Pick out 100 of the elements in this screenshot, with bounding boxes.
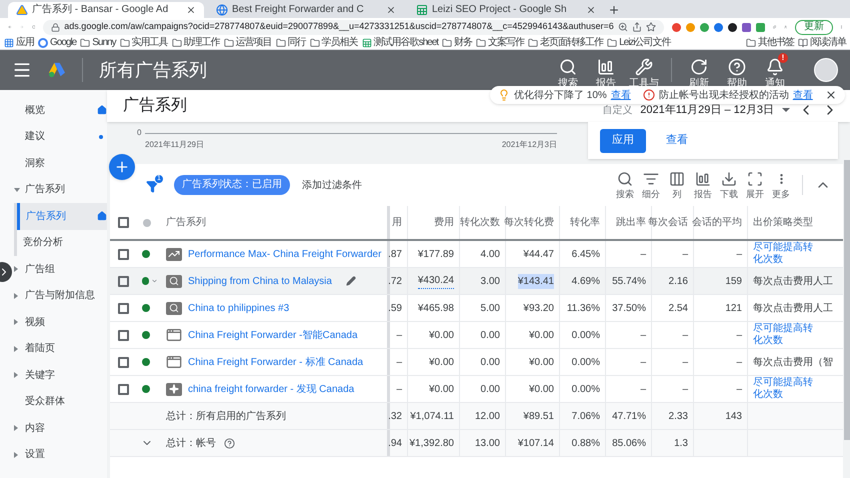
close-icon[interactable] [824, 89, 837, 101]
bookmark[interactable]: Google [38, 38, 76, 48]
new-tab-icon[interactable] [608, 4, 620, 16]
sidebar-item[interactable]: 关键字 [12, 362, 107, 388]
table-row[interactable]: China Freight Forwarder - 标准 Canada – ¥0.00 0.00 ¥0.00 0.00% – – – 每次点击费用（智 [110, 349, 843, 376]
sidebar-label: 概览 [24, 104, 46, 118]
browser-tab[interactable]: 广告系列 - Bansar - Google Ad [8, 2, 204, 18]
sidebar-item[interactable]: 着陆页 [12, 336, 107, 362]
bookmark[interactable]: 实用工具 [120, 38, 168, 48]
avatar[interactable] [814, 58, 838, 82]
apply-button[interactable]: 应用 [600, 128, 646, 152]
caret-down-icon[interactable] [151, 277, 158, 285]
bidding-link[interactable]: 尽可能提高转化次数 [748, 322, 822, 348]
bookmark[interactable]: 学员相关 [310, 38, 358, 48]
bookmark[interactable]: 同行 [276, 38, 306, 48]
sidebar-item[interactable]: 概览 [12, 97, 107, 124]
more-icon[interactable] [780, 173, 782, 185]
close-icon[interactable] [386, 5, 396, 15]
update-button[interactable]: 更新 [795, 20, 834, 34]
sidebar-item[interactable]: 建议 [12, 124, 107, 150]
bookmark[interactable]: 财务 [442, 38, 472, 48]
toolbar-button[interactable]: 更多 [768, 171, 794, 199]
checkbox[interactable] [118, 384, 128, 394]
tab-title: Leizi SEO Project - Google Sh [432, 5, 568, 15]
sidebar-item[interactable]: 广告系列 [17, 203, 107, 230]
sidebar-item[interactable]: 广告与附加信息 [12, 282, 107, 309]
tab-title: 广告系列 - Bansar - Google Ad [32, 5, 170, 15]
help-icon[interactable] [224, 438, 235, 448]
table-row[interactable]: Performance Max- China Freight Forwarder .87 ¥177.89 4.00 ¥44.47 6.45% – – – 尽可能提高转化次数 [110, 241, 843, 268]
bookmark[interactable]: Leizi公司文件 [607, 38, 671, 48]
toolbar-button[interactable]: 报告 [690, 171, 716, 199]
toolbar-button[interactable]: 列 [664, 171, 690, 199]
view-link[interactable]: 查看 [610, 88, 631, 102]
campaign-link[interactable]: china freight forwarder - 发现 Canada [188, 382, 354, 396]
campaign-link[interactable]: Performance Max- China Freight Forwarder [188, 246, 382, 262]
edit-icon[interactable] [346, 276, 356, 286]
toolbar-button[interactable]: 下载 [716, 171, 742, 199]
scrollbar[interactable] [844, 160, 850, 440]
sidebar-item[interactable]: 洞察 [12, 150, 107, 176]
table-row[interactable]: china freight forwarder - 发现 Canada – ¥0.00 0.00 ¥0.00 0.00% – – – 尽可能提高转化次数 [110, 376, 843, 403]
table-cell: – [652, 376, 694, 402]
filter-chip[interactable]: 广告系列状态：已启用 [174, 175, 290, 195]
close-icon[interactable] [186, 5, 196, 15]
checkbox[interactable] [118, 330, 128, 340]
date-range-dropdown[interactable]: 2021年11月29日 – 12月3日 [640, 102, 790, 118]
bookmark[interactable]: 助理工作 [172, 38, 220, 48]
table-cell: 4.00 [460, 241, 506, 267]
checkbox[interactable] [118, 302, 128, 314]
bookmark[interactable]: 应用 [4, 38, 34, 48]
sidebar-item[interactable]: 视频 [12, 309, 107, 336]
bookmark[interactable]: Sunny [80, 38, 116, 48]
checkbox[interactable] [118, 276, 128, 286]
view-button[interactable]: 查看 [666, 132, 688, 149]
extensions-drawing[interactable] [672, 22, 765, 32]
bookmark[interactable]: 老页面转移工作 [528, 38, 604, 48]
table-row[interactable]: China to philippines #3 .59 ¥465.98 5.00 ¥93.20 11.36% 37.50% 2.54 121 每次点击费用人工 [110, 295, 843, 322]
add-button[interactable] [109, 154, 135, 180]
table-cell: ¥177.89 [408, 241, 460, 267]
table-cell: 3.00 [460, 268, 506, 294]
toolbar-button[interactable]: 展开 [742, 171, 768, 199]
share-icon[interactable] [632, 22, 642, 32]
address-bar[interactable]: ads.google.com/aw/campaigns?ocid=278774807&euid=290077899&__u=4273331251&uscid=278774807&__c=4529946143&authuser=6 [43, 20, 664, 34]
column-header[interactable]: 会话的平均 [694, 206, 748, 239]
close-icon[interactable] [586, 5, 596, 15]
bookmark[interactable]: 测试用谷歌sheet [362, 38, 438, 48]
sidebar-item[interactable]: 竞价分析 [17, 230, 107, 256]
campaign-link[interactable]: Shipping from China to Malaysia [188, 274, 332, 288]
campaign-link[interactable]: China Freight Forwarder - 标准 Canada [188, 354, 364, 370]
bookmark[interactable]: 阅读清单 [798, 38, 846, 48]
column-header[interactable]: 每次转化费 [506, 206, 560, 239]
home-icon[interactable] [97, 105, 107, 116]
bidding-link[interactable]: 尽可能提高转化次数 [748, 241, 822, 267]
column-header[interactable]: 出价策略类型 [748, 206, 832, 239]
bidding-link[interactable]: 尽可能提高转化次数 [748, 376, 822, 402]
bookmark[interactable]: 运营项目 [224, 38, 272, 48]
sidebar-item[interactable]: 设置 [12, 442, 107, 468]
toolbar-button[interactable]: 细分 [638, 171, 664, 199]
bookmark[interactable]: 其他书签 [746, 38, 794, 48]
campaign-link[interactable]: China to philippines #3 [188, 300, 290, 316]
column-header[interactable]: 费用 [408, 206, 460, 239]
table-cell: 0.00% [560, 349, 606, 375]
bookmark[interactable]: 文案写作 [476, 38, 524, 48]
sidebar-item[interactable]: 广告系列 [12, 176, 107, 203]
sidebar-label: 洞察 [24, 156, 46, 171]
checkbox[interactable] [118, 248, 128, 260]
zoom-icon[interactable] [618, 22, 628, 32]
column-header[interactable]: 转化率 [560, 206, 606, 239]
sidebar-item[interactable]: 受众群体 [12, 388, 107, 415]
checkbox[interactable] [118, 217, 128, 228]
add-filter-link[interactable]: 添加过滤条件 [302, 178, 362, 192]
campaign-link[interactable]: China Freight Forwarder -智能Canada [188, 328, 358, 342]
view-link[interactable]: 查看 [792, 88, 813, 102]
table-row[interactable]: China Freight Forwarder -智能Canada – ¥0.00 0.00 ¥0.00 0.00% – – – 尽可能提高转化次数 [110, 322, 843, 349]
sidebar-item[interactable]: 内容 [12, 415, 107, 442]
column-header[interactable]: 用 [390, 206, 408, 239]
table-row[interactable]: Shipping from China to Malaysia .72 ¥430.24 3.00 ¥143.41 4.69% 55.74% 2.16 159 每次点击费用人工 [110, 268, 843, 295]
home-icon[interactable] [97, 211, 107, 222]
toolbar-button[interactable]: 搜索 [612, 171, 638, 199]
checkbox[interactable] [118, 356, 128, 368]
star-icon[interactable] [646, 22, 656, 32]
